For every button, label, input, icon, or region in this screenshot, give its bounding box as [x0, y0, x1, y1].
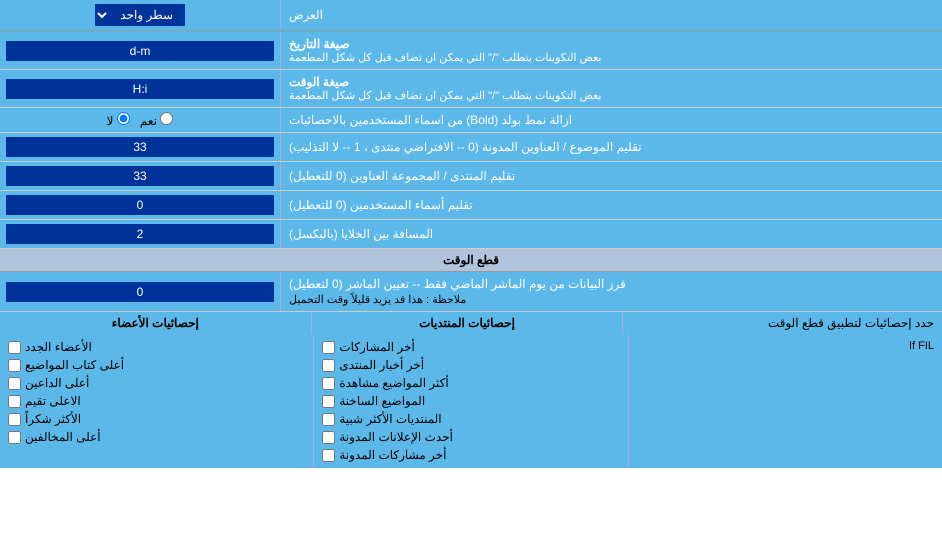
usernames-input-cell [0, 191, 280, 219]
list-item: أكثر المواضيع مشاهدة [322, 374, 619, 392]
time-format-input[interactable] [6, 79, 274, 99]
cutoff-limit-label: حدد إحصائيات لتطبيق قطع الوقت [623, 312, 942, 334]
cutoff-row: فرز البيانات من يوم الماشر الماضي فقط --… [0, 272, 942, 312]
cell-spacing-label: المسافة بين الخلايا (بالبكسل) [280, 220, 942, 248]
checkbox-latest-announcements[interactable] [322, 431, 335, 444]
checkboxes-section: حدد إحصائيات لتطبيق قطع الوقت إحصائيات ا… [0, 312, 942, 468]
checkbox-new-members[interactable] [8, 341, 21, 354]
display-row: العرض سطر واحد سطرين ثلاثة أسطر [0, 0, 942, 32]
checkbox-most-thanked[interactable] [8, 413, 21, 426]
checkboxes-col2-items: أخر المشاركات أخر أخبار المنتدى أكثر الم… [314, 334, 628, 468]
checkbox-most-forums[interactable] [322, 413, 335, 426]
remove-bold-radio-cell: نعم لا [0, 108, 280, 132]
list-item: أخر مشاركات المدونة [322, 446, 619, 464]
radio-no-label: لا [107, 112, 130, 128]
date-format-label: صيغة التاريخ بعض التكوينات يتطلب "/" الت… [280, 32, 942, 69]
usernames-label: تقليم أسماء المستخدمين (0 للتعطيل) [280, 191, 942, 219]
radio-no[interactable] [117, 112, 130, 125]
list-item: الاعلى تقيم [8, 392, 305, 410]
checkbox-last-blog-posts[interactable] [322, 449, 335, 462]
forum-titles-input-cell [0, 162, 280, 190]
checkbox-top-rated[interactable] [8, 395, 21, 408]
list-item: الأكثر شكراً [8, 410, 305, 428]
list-item: المواضيع الساخنة [322, 392, 619, 410]
list-item: أخر أخبار المنتدى [322, 356, 619, 374]
remove-bold-row: ازالة نمط بولد (Bold) من اسماء المستخدمي… [0, 108, 942, 133]
usernames-row: تقليم أسماء المستخدمين (0 للتعطيل) [0, 191, 942, 220]
time-format-label: صيغة الوقت بعض التكوينات يتطلب "/" التي … [280, 70, 942, 107]
checkbox-top-violators[interactable] [8, 431, 21, 444]
list-item: الأعضاء الجدد [8, 338, 305, 356]
cell-spacing-input[interactable] [6, 224, 274, 244]
topic-titles-row: تقليم الموضوع / العناوين المدونة (0 -- ا… [0, 133, 942, 162]
topic-titles-input[interactable] [6, 137, 274, 157]
usernames-input[interactable] [6, 195, 274, 215]
checkboxes-header-row: حدد إحصائيات لتطبيق قطع الوقت إحصائيات ا… [0, 312, 942, 334]
display-input-cell: سطر واحد سطرين ثلاثة أسطر [0, 0, 280, 30]
checkboxes-col3: If FIL [629, 334, 942, 468]
cell-spacing-input-cell [0, 220, 280, 248]
checkboxes-col2-header: إحصائيات المنتديات [312, 312, 624, 334]
cell-spacing-row: المسافة بين الخلايا (بالبكسل) [0, 220, 942, 249]
radio-yes[interactable] [160, 112, 173, 125]
time-format-row: صيغة الوقت بعض التكوينات يتطلب "/" التي … [0, 70, 942, 108]
date-format-row: صيغة التاريخ بعض التكوينات يتطلب "/" الت… [0, 32, 942, 70]
checkbox-top-posters[interactable] [8, 359, 21, 372]
time-format-input-cell [0, 70, 280, 107]
checkboxes-col1-items: الأعضاء الجدد أعلى كتاب المواضيع أعلى ال… [0, 334, 314, 468]
cutoff-label: فرز البيانات من يوم الماشر الماضي فقط --… [280, 272, 942, 311]
forum-titles-input[interactable] [6, 166, 274, 186]
cutoff-input-cell [0, 272, 280, 311]
topic-titles-input-cell [0, 133, 280, 161]
list-item: المنتديات الأكثر شبية [322, 410, 619, 428]
list-item: أحدث الإعلانات المدونة [322, 428, 619, 446]
display-label: العرض [280, 0, 942, 30]
checkboxes-col1-header: إحصائيات الأعضاء [0, 312, 312, 334]
date-format-input-cell [0, 32, 280, 69]
checkbox-last-posts[interactable] [322, 341, 335, 354]
checkbox-last-news[interactable] [322, 359, 335, 372]
date-format-input[interactable] [6, 41, 274, 61]
checkbox-hot-topics[interactable] [322, 395, 335, 408]
forum-titles-row: تقليم المنتدى / المجموعة العناوين (0 للت… [0, 162, 942, 191]
list-item: أخر المشاركات [322, 338, 619, 356]
topic-titles-label: تقليم الموضوع / العناوين المدونة (0 -- ا… [280, 133, 942, 161]
list-item: أعلى المخالفين [8, 428, 305, 446]
remove-bold-label: ازالة نمط بولد (Bold) من اسماء المستخدمي… [280, 108, 942, 132]
checkboxes-body-row: If FIL أخر المشاركات أخر أخبار المنتدى أ… [0, 334, 942, 468]
checkbox-most-viewed[interactable] [322, 377, 335, 390]
checkbox-top-inviters[interactable] [8, 377, 21, 390]
cutoff-input[interactable] [6, 282, 274, 302]
forum-titles-label: تقليم المنتدى / المجموعة العناوين (0 للت… [280, 162, 942, 190]
list-item: أعلى كتاب المواضيع [8, 356, 305, 374]
list-item: أعلى الداعين [8, 374, 305, 392]
display-select[interactable]: سطر واحد سطرين ثلاثة أسطر [95, 4, 185, 26]
cutoff-section-header: قطع الوقت [0, 249, 942, 272]
radio-yes-label: نعم [140, 112, 173, 128]
